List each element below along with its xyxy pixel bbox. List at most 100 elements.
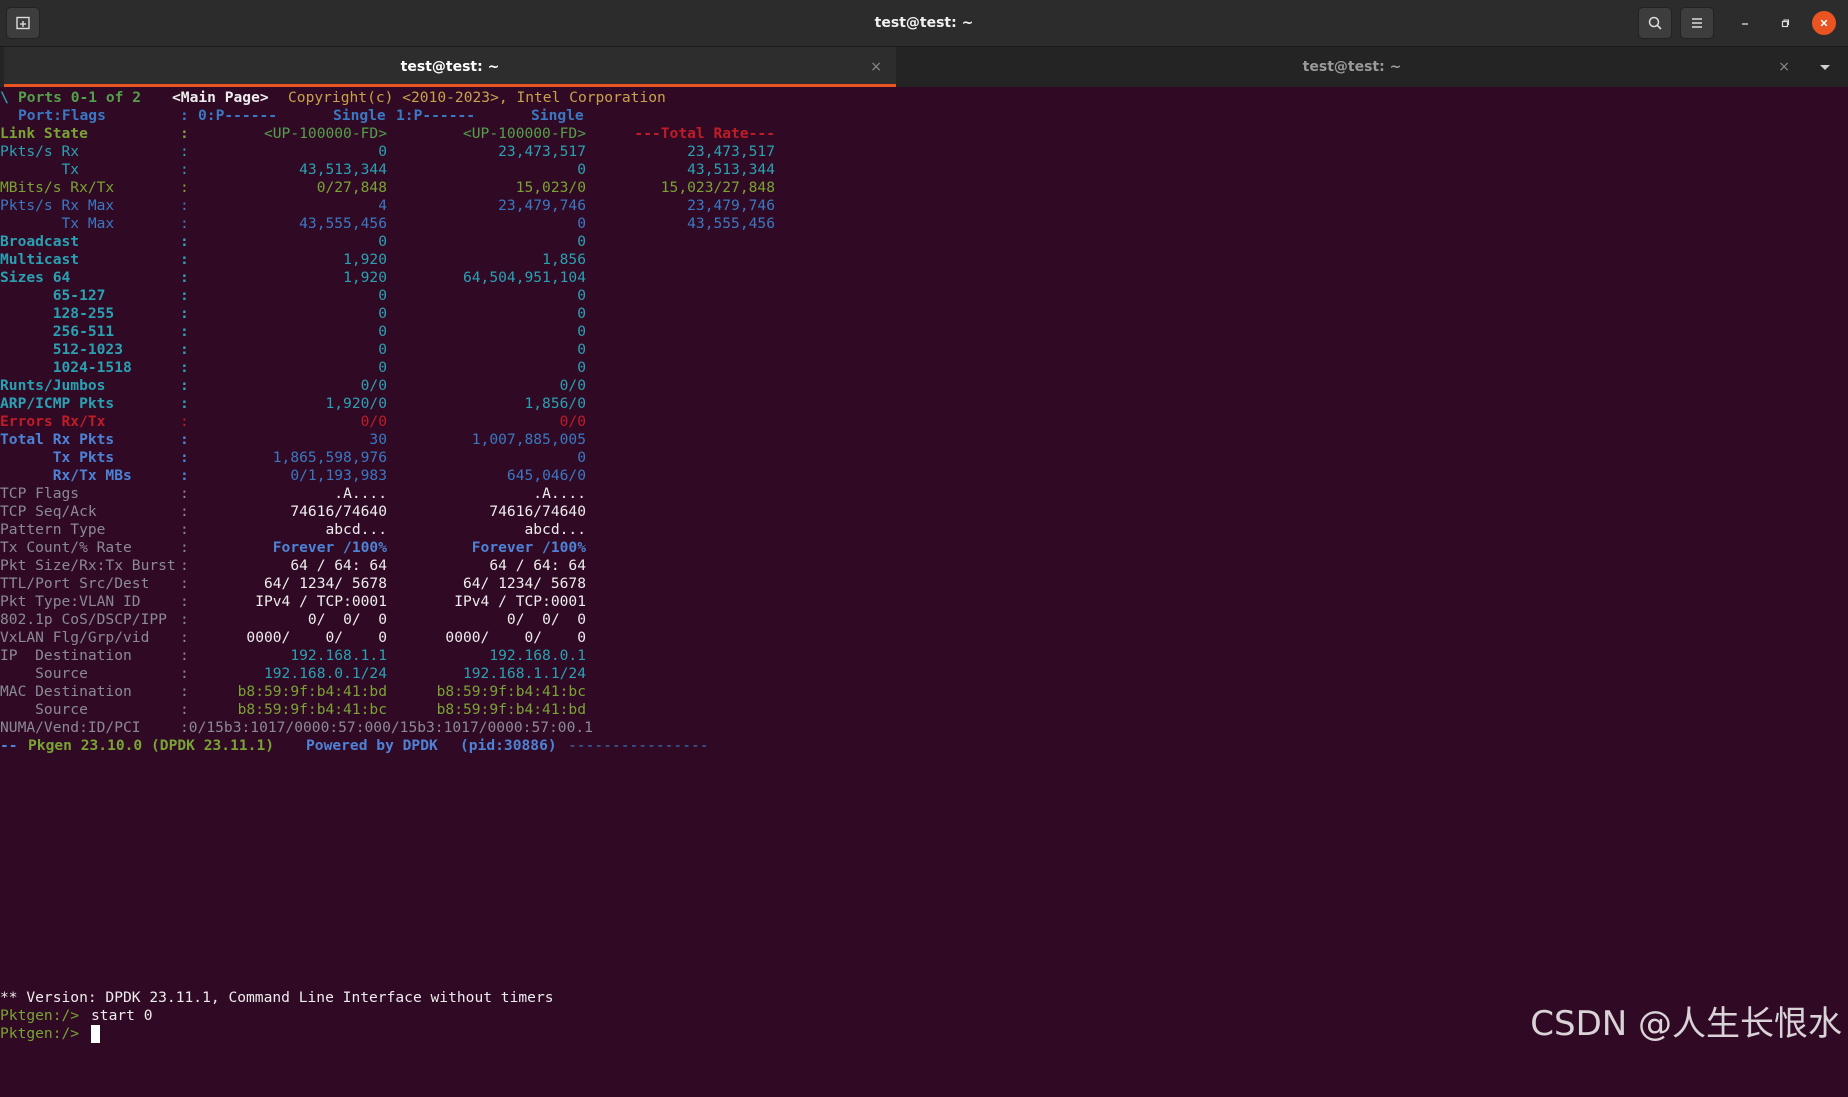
port0-value: 192.168.1.1 <box>290 647 387 664</box>
port1-value: 1,856/0 <box>524 395 586 412</box>
row-label: TTL/Port Src/Dest <box>0 575 150 592</box>
command-text: start 0 <box>91 1007 153 1024</box>
port1-value: 15,023/0 <box>515 179 586 196</box>
tab-close-icon[interactable]: × <box>1778 47 1790 87</box>
restore-icon <box>1781 19 1790 28</box>
port1-value: 0 <box>577 359 586 376</box>
row-sep: : <box>180 107 189 124</box>
row-label: Tx Count/% Rate <box>0 539 132 556</box>
port1-value: 0/ 0/ 0 <box>506 611 586 628</box>
port1-value: b8:59:9f:b4:41:bc <box>436 683 586 700</box>
port1-value: 0 <box>577 341 586 358</box>
terminal-output[interactable]: \ Ports 0-1 of 2 <Main Page> Copyright(c… <box>0 89 1848 1053</box>
maximize-button[interactable] <box>1773 11 1797 35</box>
port0-value: 1,920/0 <box>325 395 387 412</box>
row-label: Tx Pkts <box>0 449 115 466</box>
chevron-down-icon <box>1820 65 1830 70</box>
tab-terminal-1[interactable]: test@test: ~ × <box>4 47 896 87</box>
row-label: Multicast <box>0 251 80 268</box>
cli-line-2[interactable]: Pktgen:/> <box>0 1025 79 1043</box>
tab-close-icon[interactable]: × <box>870 47 882 87</box>
port1-value: 64/ 1234/ 5678 <box>462 575 586 592</box>
minimize-button[interactable] <box>1733 11 1757 35</box>
total-rate-value: ---Total Rate--- <box>634 125 775 142</box>
port0-flags: 0:P------ <box>198 107 278 124</box>
port0-value: 0 <box>378 305 387 322</box>
row-label: Total Rx Pkts <box>0 431 115 448</box>
row-sep: : <box>180 269 189 286</box>
row-label: TCP Seq/Ack <box>0 503 97 520</box>
port0-value: 30 <box>369 431 387 448</box>
row-label: Runts/Jumbos <box>0 377 106 394</box>
port1-value: 0 <box>577 449 586 466</box>
total-rate-value: 43,555,456 <box>687 215 775 232</box>
port1-value: 64,504,951,104 <box>462 269 586 286</box>
row-label: 65-127 <box>0 287 106 304</box>
port0-value: 1,865,598,976 <box>272 449 387 466</box>
port0-value: 64 / 64: 64 <box>290 557 387 574</box>
port1-value: 0000/ 0/ 0 <box>445 629 586 646</box>
port0-value: 1,920 <box>343 269 387 286</box>
row-label: IP Destination <box>0 647 132 664</box>
port0-value: 0 <box>378 233 387 250</box>
port0-value: 43,513,344 <box>299 161 387 178</box>
port-flags-row: Port:Flags : 0:P------ Single 1:P------ … <box>0 107 584 125</box>
port1-value: 0 <box>577 323 586 340</box>
pktgen-footer: -- Pkgen 23.10.0 (DPDK 23.11.1) Powered … <box>0 737 709 755</box>
row-sep: : <box>180 305 189 322</box>
close-window-button[interactable] <box>1812 11 1836 35</box>
port1-value: 0 <box>577 233 586 250</box>
row-sep: : <box>180 647 189 664</box>
port0-value: 0/ 0/ 0 <box>307 611 387 628</box>
row-label: Source <box>0 665 88 682</box>
row-label: Pkt Type:VLAN ID <box>0 593 141 610</box>
minimize-icon <box>1742 23 1748 25</box>
row-sep: : <box>180 485 189 502</box>
close-icon <box>1820 19 1828 27</box>
menu-button[interactable] <box>1680 7 1714 39</box>
port0-value: 0/0 <box>360 377 387 394</box>
row-label: Source <box>0 701 88 718</box>
row-label: Pkts/s Rx <box>0 143 80 160</box>
port1-value: 1,856 <box>542 251 586 268</box>
port1-value: b8:59:9f:b4:41:bd <box>436 701 586 718</box>
port0-value: 0000/ 0/ 0 <box>246 629 387 646</box>
row-sep: : <box>180 503 189 520</box>
row-label: Pkt Size/Rx:Tx Burst <box>0 557 176 574</box>
port1-value: 0 <box>577 305 586 322</box>
tab-label: test@test: ~ <box>400 59 500 75</box>
text-cursor <box>91 1025 100 1043</box>
pktgen-header: \ Ports 0-1 of 2 <Main Page> Copyright(c… <box>0 89 666 107</box>
numa-value: :0/15b3:1017/0000:57:000/15b3:1017/0000:… <box>180 719 593 736</box>
row-sep: : <box>180 377 189 394</box>
row-sep: : <box>180 593 189 610</box>
cli-line-1: Pktgen:/> start 0 <box>0 1007 153 1025</box>
row-sep: : <box>180 287 189 304</box>
port1-value: abcd... <box>524 521 586 538</box>
port1-value: 0 <box>577 215 586 232</box>
row-sep: : <box>180 215 189 232</box>
tab-terminal-2[interactable]: test@test: ~ × <box>900 47 1804 87</box>
row-sep: : <box>180 143 189 160</box>
row-sep: : <box>180 701 189 718</box>
port1-value: 74616/74640 <box>489 503 586 520</box>
tab-list-dropdown[interactable] <box>1814 47 1836 87</box>
port0-value: 74616/74640 <box>290 503 387 520</box>
row-label: MAC Destination <box>0 683 132 700</box>
port0-value: b8:59:9f:b4:41:bd <box>237 683 387 700</box>
port0-value: abcd... <box>325 521 387 538</box>
row-label: Port:Flags <box>18 107 106 124</box>
row-label: Link State <box>0 125 88 142</box>
port0-value: 0/27,848 <box>316 179 387 196</box>
port1-flags: 1:P------ <box>396 107 476 124</box>
row-sep: : <box>180 395 189 412</box>
search-button[interactable] <box>1638 7 1672 39</box>
row-label: 256-511 <box>0 323 115 340</box>
search-icon <box>1648 16 1662 30</box>
row-sep: : <box>180 197 189 214</box>
port0-value: 192.168.0.1/24 <box>263 665 387 682</box>
port0-value: 0 <box>378 341 387 358</box>
row-label: MBits/s Rx/Tx <box>0 179 115 196</box>
row-sep: : <box>180 539 189 556</box>
active-tab-indicator <box>4 84 896 87</box>
